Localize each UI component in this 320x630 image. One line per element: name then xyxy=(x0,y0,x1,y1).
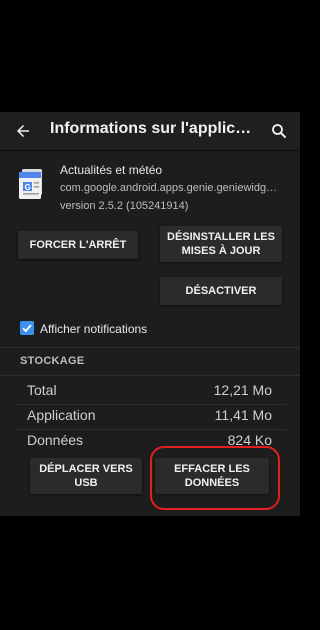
storage-total-label: Total xyxy=(27,382,57,398)
force-stop-button[interactable]: FORCER L'ARRÊT xyxy=(18,231,138,259)
app-name: Actualités et météo xyxy=(60,163,163,177)
highlight-annotation xyxy=(150,446,280,510)
uninstall-updates-button[interactable]: DÉSINSTALLER LES MISES À JOUR xyxy=(160,226,282,262)
app-bar: Informations sur l'applicat… xyxy=(0,112,300,151)
arrow-left-icon xyxy=(17,125,29,137)
row-divider xyxy=(14,404,286,405)
storage-total-value: 12,21 Mo xyxy=(213,382,272,398)
svg-text:G: G xyxy=(25,183,31,192)
search-button[interactable] xyxy=(268,120,290,142)
disable-button[interactable]: DÉSACTIVER xyxy=(160,277,282,305)
storage-data-label: Données xyxy=(27,432,84,448)
storage-app-value: 11,41 Mo xyxy=(214,407,272,423)
section-divider xyxy=(0,347,300,348)
app-info-screen: Informations sur l'applicat… G Actualité… xyxy=(0,112,300,516)
back-button[interactable] xyxy=(12,120,34,142)
notifications-checkbox[interactable] xyxy=(20,321,34,335)
search-icon xyxy=(272,124,286,138)
section-divider xyxy=(0,375,300,376)
app-version: version 2.5.2 (105241914) xyxy=(60,200,189,212)
checkmark-icon xyxy=(22,324,32,333)
row-divider xyxy=(14,429,286,430)
storage-section-title: STOCKAGE xyxy=(20,355,85,367)
storage-app-label: Application xyxy=(27,407,96,423)
move-to-usb-button[interactable]: DÉPLACER VERS USB xyxy=(30,458,142,494)
page-title: Informations sur l'applicat… xyxy=(50,120,260,137)
google-news-weather-icon: G xyxy=(16,168,46,202)
app-package: com.google.android.apps.genie.geniewidg… xyxy=(60,182,278,194)
notifications-label: Afficher notifications xyxy=(40,322,148,336)
